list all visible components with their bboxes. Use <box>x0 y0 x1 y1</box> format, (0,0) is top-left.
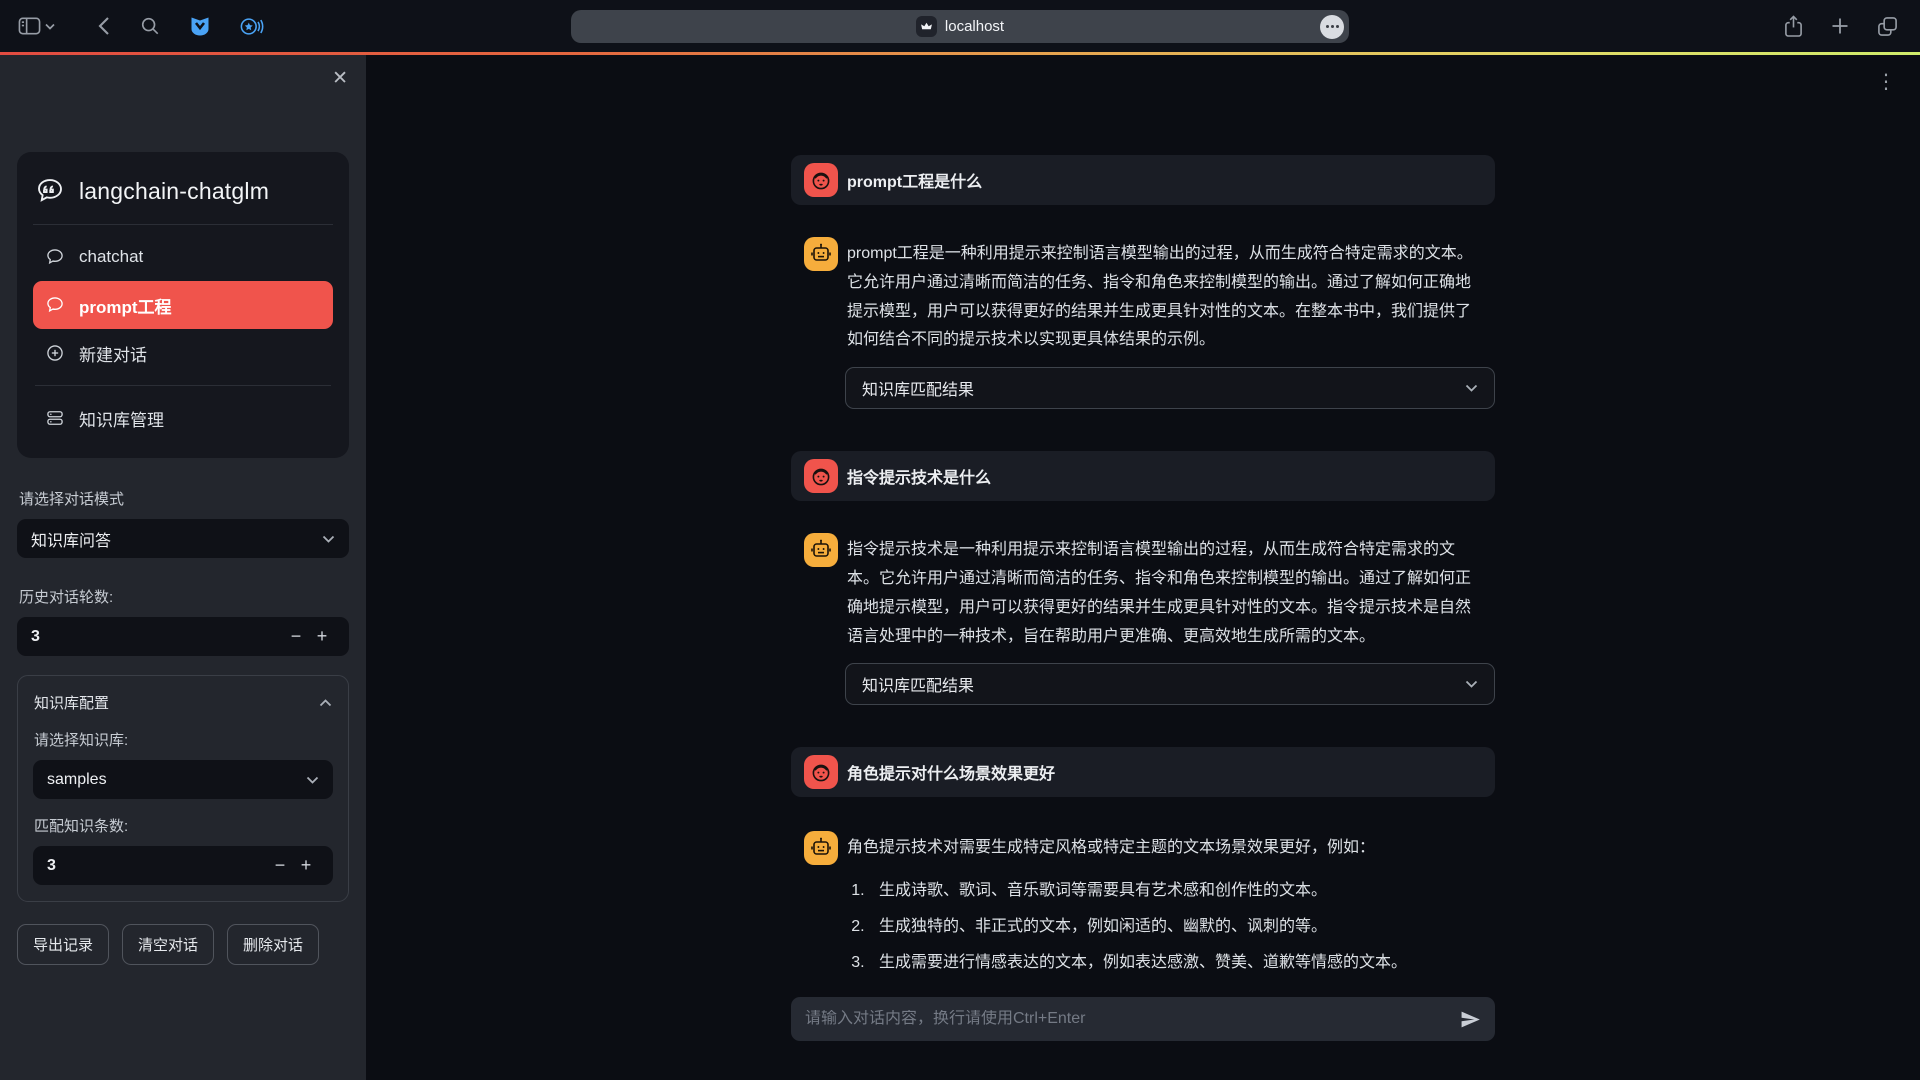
topk-value: 3 <box>47 857 56 875</box>
decrement-button[interactable]: − <box>283 626 309 647</box>
chat-main-area: ⋮ prompt工程是什么 <box>366 55 1920 1080</box>
divider <box>35 385 331 386</box>
sidebar-item-kb-management[interactable]: 知识库管理 <box>33 394 333 442</box>
sidebar-toggle-icon[interactable] <box>18 16 41 36</box>
extension-shield-icon[interactable] <box>190 15 210 37</box>
share-icon[interactable] <box>1784 15 1803 38</box>
history-rounds-value: 3 <box>31 628 40 646</box>
bot-avatar-icon <box>804 237 838 271</box>
assistant-numbered-list: 生成诗歌、歌词、音乐歌词等需要具有艺术感和创作性的文本。 生成独特的、非正式的文… <box>869 879 1495 975</box>
kebab-menu-icon[interactable]: ⋮ <box>1876 69 1896 94</box>
back-icon[interactable] <box>97 16 110 36</box>
chat-message-assistant: prompt工程是一种利用提示来控制语言模型输出的过程，从而生成符合特定需求的文… <box>791 237 1495 355</box>
sidebar-item-new-dialog[interactable]: 新建对话 <box>33 329 333 377</box>
chevron-up-icon <box>319 699 332 707</box>
sidebar: ✕ langchain-chatglm chat <box>0 55 366 1080</box>
chat-bubble-icon <box>45 295 65 315</box>
app-brand: langchain-chatglm <box>33 172 333 225</box>
user-avatar-icon <box>804 459 838 493</box>
increment-button[interactable]: + <box>309 626 335 647</box>
chat-input[interactable] <box>805 1010 1450 1028</box>
kb-select-dropdown[interactable]: samples <box>33 760 333 799</box>
new-tab-icon[interactable] <box>1831 17 1849 35</box>
database-stack-icon <box>45 408 65 428</box>
bot-avatar-icon <box>804 533 838 567</box>
mode-select-dropdown[interactable]: 知识库问答 <box>17 519 349 558</box>
chat-message-user: 角色提示对什么场景效果更好 <box>791 747 1495 797</box>
page-settings-icon[interactable] <box>1320 15 1344 39</box>
chat-input-row <box>791 997 1495 1041</box>
message-text: 角色提示技术对需要生成特定风格或特定主题的文本场景效果更好，例如： <box>847 834 1375 863</box>
history-rounds-label: 历史对话轮数: <box>19 586 347 607</box>
chat-message-user: prompt工程是什么 <box>791 155 1495 205</box>
delete-dialog-button[interactable]: 删除对话 <box>227 924 319 965</box>
message-text: 指令提示技术是一种利用提示来控制语言模型输出的过程，从而生成符合特定需求的文本。… <box>847 536 1482 651</box>
bot-avatar-icon <box>804 831 838 865</box>
chat-message-assistant: 指令提示技术是一种利用提示来控制语言模型输出的过程，从而生成符合特定需求的文本。… <box>791 533 1495 651</box>
topk-label: 匹配知识条数: <box>34 815 332 836</box>
url-text: localhost <box>945 18 1004 35</box>
brand-chat-icon <box>35 176 65 206</box>
message-text: 角色提示对什么场景效果更好 <box>847 760 1055 784</box>
user-avatar-icon <box>804 755 838 789</box>
kb-match-accordion[interactable]: 知识库匹配结果 <box>845 367 1495 409</box>
kb-select-value: samples <box>47 771 107 789</box>
search-icon[interactable] <box>140 16 160 36</box>
address-bar[interactable]: localhost <box>571 10 1349 43</box>
chat-column: prompt工程是什么 prompt工程是一种利用提示来控制语言模型输出的过程，… <box>791 55 1495 1041</box>
chevron-down-icon <box>306 776 319 784</box>
sidebar-item-label: 知识库管理 <box>79 406 164 431</box>
navigation-card: langchain-chatglm chatchat prompt工程 <box>17 152 349 458</box>
kb-config-title: 知识库配置 <box>34 692 109 713</box>
topk-stepper[interactable]: 3 − + <box>33 846 333 885</box>
list-item: 生成诗歌、歌词、音乐歌词等需要具有艺术感和创作性的文本。 <box>869 879 1495 903</box>
user-avatar-icon <box>804 163 838 197</box>
sidebar-item-label: chatchat <box>79 247 143 267</box>
message-text: prompt工程是一种利用提示来控制语言模型输出的过程，从而生成符合特定需求的文… <box>847 240 1482 355</box>
decrement-button[interactable]: − <box>267 855 293 876</box>
accordion-label: 知识库匹配结果 <box>862 376 974 400</box>
circle-plus-icon <box>45 343 65 363</box>
kb-match-accordion[interactable]: 知识库匹配结果 <box>845 663 1495 705</box>
sidebar-chevron-down-icon[interactable] <box>45 23 55 30</box>
message-text: prompt工程是什么 <box>847 168 982 192</box>
kb-config-header[interactable]: 知识库配置 <box>33 690 333 713</box>
kb-config-panel: 知识库配置 请选择知识库: samples 匹配知识条数: 3 − + <box>17 675 349 902</box>
mode-select-value: 知识库问答 <box>31 527 111 551</box>
list-item: 生成独特的、非正式的文本，例如闲适的、幽默的、讽刺的等。 <box>869 915 1495 939</box>
message-text: 指令提示技术是什么 <box>847 464 991 488</box>
chat-message-assistant: 角色提示技术对需要生成特定风格或特定主题的文本场景效果更好，例如： <box>791 831 1495 865</box>
list-item: 生成需要进行情感表达的文本，例如表达感激、赞美、道歉等情感的文本。 <box>869 951 1495 975</box>
sidebar-item-chatchat[interactable]: chatchat <box>33 233 333 281</box>
chat-message-user: 指令提示技术是什么 <box>791 451 1495 501</box>
mode-select-label: 请选择对话模式 <box>19 488 347 509</box>
send-icon[interactable] <box>1460 1011 1481 1028</box>
chevron-down-icon <box>322 535 335 543</box>
clear-dialog-button[interactable]: 清空对话 <box>122 924 214 965</box>
extension-star-wave-icon[interactable] <box>240 16 264 37</box>
browser-toolbar: localhost <box>0 0 1920 52</box>
sidebar-item-prompt-project[interactable]: prompt工程 <box>33 281 333 329</box>
sidebar-item-label: 新建对话 <box>79 341 147 366</box>
chevron-down-icon <box>1465 384 1478 392</box>
chat-bubble-icon <box>45 247 65 267</box>
app-title: langchain-chatglm <box>79 178 269 205</box>
accordion-label: 知识库匹配结果 <box>862 672 974 696</box>
site-favicon <box>916 16 937 37</box>
history-rounds-stepper[interactable]: 3 − + <box>17 617 349 656</box>
sidebar-item-label: prompt工程 <box>79 293 172 318</box>
increment-button[interactable]: + <box>293 855 319 876</box>
tab-overview-icon[interactable] <box>1877 16 1898 37</box>
chevron-down-icon <box>1465 680 1478 688</box>
export-history-button[interactable]: 导出记录 <box>17 924 109 965</box>
kb-select-label: 请选择知识库: <box>34 729 332 750</box>
sidebar-close-icon[interactable]: ✕ <box>332 69 348 88</box>
